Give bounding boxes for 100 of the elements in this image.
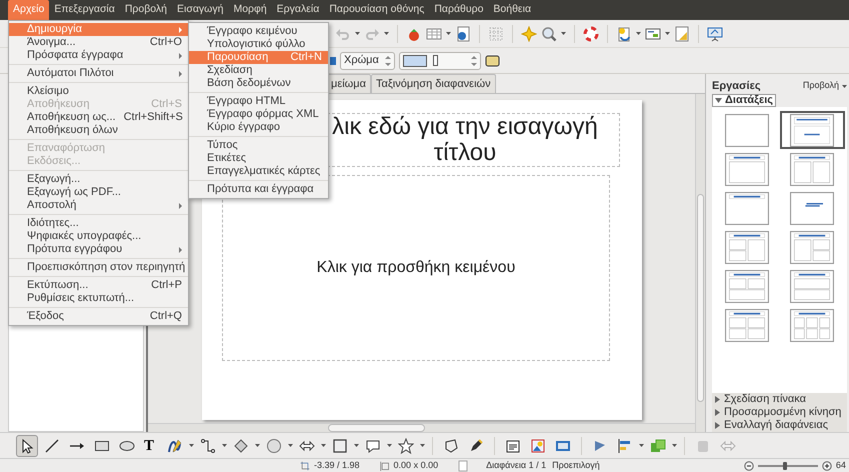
- menu-item[interactable]: Εκτύπωση... Ctrl+P: [9, 279, 188, 292]
- shortcut-text: Ctrl+S: [151, 97, 182, 112]
- layout-thumbnail[interactable]: [724, 152, 769, 186]
- zoom-in-icon[interactable]: [822, 460, 832, 470]
- layout-thumbnail[interactable]: [790, 114, 834, 146]
- vertical-scrollbar[interactable]: [695, 94, 705, 432]
- menu-item[interactable]: Αποθήκευση όλων: [9, 124, 188, 137]
- caret-icon[interactable]: [639, 444, 644, 447]
- horizontal-scrollbar[interactable]: [148, 423, 695, 432]
- menu-item[interactable]: Κύριο έγγραφο: [189, 121, 328, 134]
- caret-icon[interactable]: [387, 444, 392, 447]
- caret-icon[interactable]: [222, 444, 227, 447]
- layout-thumbnail[interactable]: [790, 270, 834, 302]
- menu-item[interactable]: Ετικέτες: [189, 152, 328, 165]
- document-icon[interactable]: [616, 26, 632, 42]
- lifebuoy-icon[interactable]: [583, 26, 599, 42]
- submenu-arrow-icon: [179, 26, 182, 32]
- caret-icon[interactable]: [636, 32, 641, 35]
- document-modified-icon: [458, 460, 468, 472]
- menu-item[interactable]: Προβολή: [120, 0, 172, 20]
- caret-icon[interactable]: [672, 444, 677, 447]
- view-tab[interactable]: Ταξινόμηση διαφανειών: [370, 74, 496, 93]
- menu-item[interactable]: Προεπισκόπηση στον περιηγητή: [9, 261, 188, 274]
- menu-item[interactable]: Κλείσιμο: [9, 85, 188, 98]
- fill-type-select[interactable]: Χρώμα: [340, 52, 395, 70]
- zoom-out-icon[interactable]: [744, 460, 754, 470]
- caret-icon[interactable]: [446, 32, 451, 35]
- spinner-icon: [470, 56, 477, 66]
- menu-item[interactable]: Έγγραφο κειμένου: [189, 25, 328, 38]
- zoom-text: 64: [836, 458, 846, 472]
- layout-thumbnail[interactable]: [724, 308, 769, 342]
- section-header[interactable]: Εναλλαγή διαφάνειας: [712, 419, 847, 432]
- table-icon[interactable]: [426, 26, 442, 42]
- menu-item[interactable]: Έγγραφο φόρμας XML: [189, 108, 328, 121]
- slider-thumb[interactable]: [783, 462, 787, 470]
- menu-item[interactable]: Μορφή: [228, 0, 272, 20]
- section-header[interactable]: Διατάξεις: [712, 94, 776, 107]
- layout-thumbnail[interactable]: [724, 230, 769, 264]
- caret-icon[interactable]: [189, 444, 194, 447]
- view-menu[interactable]: Προβολή: [802, 79, 847, 93]
- menu-item[interactable]: Βοήθεια: [488, 0, 536, 20]
- caret-icon[interactable]: [420, 444, 425, 447]
- layout-thumbnail[interactable]: [790, 152, 834, 186]
- menu-item[interactable]: Παράθυρο: [429, 0, 488, 20]
- menu-item[interactable]: Εισαγωγή: [172, 0, 228, 20]
- caret-icon[interactable]: [354, 444, 359, 447]
- caret-icon[interactable]: [255, 444, 260, 447]
- caret-icon[interactable]: [842, 84, 847, 88]
- shortcut-text: Ctrl+Shift+S: [124, 110, 183, 126]
- menu-item[interactable]: Επαγγελματικές κάρτες: [189, 165, 328, 178]
- menu-item[interactable]: Ψηφιακές υπογραφές...: [9, 230, 188, 243]
- submenu-arrow-icon: [179, 70, 182, 76]
- scrollbar-thumb[interactable]: [328, 424, 425, 432]
- color-select[interactable]: [398, 52, 481, 70]
- layout-thumbnail[interactable]: [724, 192, 769, 224]
- menu-item[interactable]: Βάση δεδομένων: [189, 77, 328, 90]
- menu-item[interactable]: Επεξεργασία: [49, 0, 120, 20]
- section-header[interactable]: Σχεδίαση πίνακα: [712, 393, 847, 406]
- menu-item[interactable]: Εξαγωγή...: [9, 173, 188, 186]
- menu-item[interactable]: Πρότυπα εγγράφου: [9, 243, 188, 256]
- caret-icon[interactable]: [665, 32, 670, 35]
- submenu-arrow-icon: [179, 246, 182, 252]
- text-tool[interactable]: T: [141, 434, 161, 456]
- layout-thumbnail[interactable]: [790, 308, 834, 342]
- shortcut-text: Ctrl+P: [151, 278, 182, 294]
- submenu-arrow-icon: [179, 202, 182, 208]
- caret-icon[interactable]: [355, 32, 360, 35]
- menu-item[interactable]: Εξαγωγή ως PDF...: [9, 186, 188, 199]
- projector-icon[interactable]: [707, 26, 723, 42]
- caret-icon[interactable]: [561, 32, 566, 35]
- menu-item[interactable]: Ιδιότητες...: [9, 217, 188, 230]
- menu-item[interactable]: Πρότυπα και έγγραφα: [189, 183, 328, 196]
- master-text: Προεπιλογή: [552, 458, 600, 472]
- spinner-icon: [384, 56, 391, 66]
- menu-item[interactable]: Αποστολή: [9, 199, 188, 212]
- menu-item[interactable]: Αποθήκευση ως... Ctrl+Shift+S: [9, 111, 188, 124]
- caret-icon[interactable]: [321, 444, 326, 447]
- layout-thumbnail[interactable]: [724, 114, 769, 146]
- globe-document-icon[interactable]: [455, 26, 471, 42]
- caret-icon[interactable]: [384, 32, 389, 35]
- layout-thumbnail[interactable]: [724, 270, 769, 302]
- menu-item[interactable]: Ρυθμίσεις εκτυπωτή...: [9, 292, 188, 305]
- layout-thumbnail[interactable]: [790, 230, 834, 264]
- menu-item[interactable]: Υπολογιστικό φύλλο: [189, 38, 328, 51]
- menu-item[interactable]: Εργαλεία: [272, 0, 324, 20]
- menu-item[interactable]: Πρόσφατα έγγραφα: [9, 49, 188, 62]
- caret-icon[interactable]: [288, 444, 293, 447]
- scrollbar-thumb[interactable]: [697, 194, 704, 402]
- layout-thumbnail[interactable]: [790, 192, 834, 224]
- menu-item[interactable]: Τύπος: [189, 139, 328, 152]
- section-header[interactable]: Προσαρμοσμένη κίνηση: [712, 406, 847, 419]
- menu-item[interactable]: Αυτόματοι Πιλότοι: [9, 67, 188, 80]
- menu-item[interactable]: Παρουσίαση οθόνης: [324, 0, 430, 20]
- menu-item[interactable]: Έγγραφο HTML: [189, 95, 328, 108]
- layout-icon[interactable]: [645, 26, 661, 42]
- menu-item[interactable]: Έξοδος Ctrl+Q: [9, 310, 188, 323]
- magnifier-icon[interactable]: [541, 26, 557, 42]
- menu-item[interactable]: Σχεδίαση: [189, 64, 328, 77]
- color-bar-icon: [432, 55, 438, 66]
- menu-item[interactable]: Άνοιγμα... Ctrl+O: [9, 36, 188, 49]
